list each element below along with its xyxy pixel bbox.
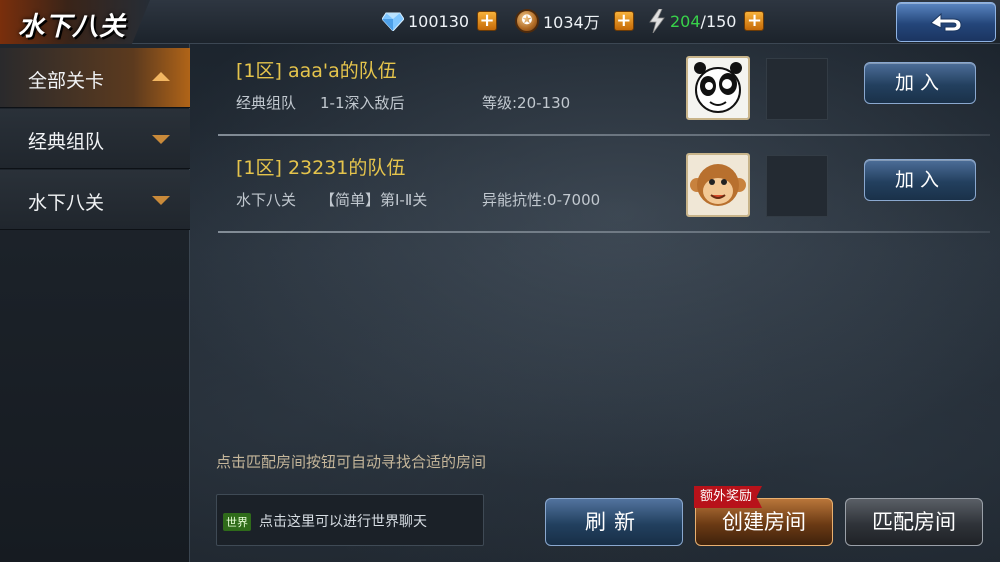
sidebar-item-label: 水下八关 <box>28 192 105 214</box>
empty-slot <box>766 58 828 120</box>
room-row: [1区] aaa'a的队伍 经典组队 1-1深入敌后 等级:20-130 加入 <box>218 46 990 136</box>
monkey-avatar[interactable] <box>686 153 750 217</box>
room-title: [1区] aaa'a的队伍 <box>236 60 397 82</box>
add-energy-button[interactable]: + <box>744 11 765 31</box>
world-channel-badge: 世界 <box>223 513 251 531</box>
chevron-down-icon <box>152 196 170 205</box>
chevron-down-icon <box>152 135 170 144</box>
room-requirement: 异能抗性:0-7000 <box>482 191 601 209</box>
divider <box>218 134 990 136</box>
energy-value: 204/150 <box>670 11 737 31</box>
coin-counter: ✪ 1034万 + <box>515 8 634 34</box>
world-chat-input[interactable]: 世界 点击这里可以进行世界聊天 <box>216 494 484 546</box>
diamond-value: 100130 <box>408 11 470 31</box>
extra-reward-badge: 额外奖励 <box>694 486 763 508</box>
energy-counter: 204/150 + <box>648 8 765 34</box>
top-bar: 水下八关 100130 + ✪ 1034万 + 204/150 + <box>0 0 1000 44</box>
medal-icon: ✪ <box>515 9 539 33</box>
sidebar-item-label: 经典组队 <box>28 131 105 153</box>
lightning-icon <box>649 9 665 33</box>
chevron-up-icon <box>152 72 170 81</box>
sidebar-item-underwater-eight[interactable]: 水下八关 <box>0 170 190 230</box>
match-room-button[interactable]: 匹配房间 <box>845 498 983 546</box>
diamond-counter: 100130 + <box>382 8 498 34</box>
coin-value: 1034万 <box>543 13 600 32</box>
sidebar-item-all-stages[interactable]: 全部关卡 <box>0 48 190 108</box>
back-button[interactable] <box>896 2 996 42</box>
divider <box>218 231 990 233</box>
match-hint: 点击匹配房间按钮可自动寻找合适的房间 <box>216 453 487 471</box>
room-stage: 【简单】第Ⅰ-Ⅱ关 <box>320 191 428 209</box>
room-title: [1区] 23231的队伍 <box>236 157 406 179</box>
sidebar: 全部关卡 经典组队 水下八关 <box>0 44 190 562</box>
page-title: 水下八关 <box>18 12 127 42</box>
empty-slot <box>766 155 828 217</box>
panda-avatar[interactable] <box>686 56 750 120</box>
join-button[interactable]: 加入 <box>864 159 976 201</box>
room-stage: 1-1深入敌后 <box>320 94 405 112</box>
room-requirement: 等级:20-130 <box>482 94 571 112</box>
add-coin-button[interactable]: + <box>613 11 634 31</box>
room-mode: 经典组队 <box>236 94 297 112</box>
refresh-button[interactable]: 刷新 <box>545 498 683 546</box>
back-arrow-icon <box>930 12 962 32</box>
join-button[interactable]: 加入 <box>864 62 976 104</box>
diamond-icon <box>382 12 404 31</box>
room-row: [1区] 23231的队伍 水下八关 【简单】第Ⅰ-Ⅱ关 异能抗性:0-7000… <box>218 143 990 233</box>
sidebar-item-classic-team[interactable]: 经典组队 <box>0 109 190 169</box>
room-mode: 水下八关 <box>236 191 297 209</box>
chat-placeholder: 点击这里可以进行世界聊天 <box>259 514 427 530</box>
add-diamond-button[interactable]: + <box>477 11 498 31</box>
sidebar-item-label: 全部关卡 <box>28 70 105 92</box>
